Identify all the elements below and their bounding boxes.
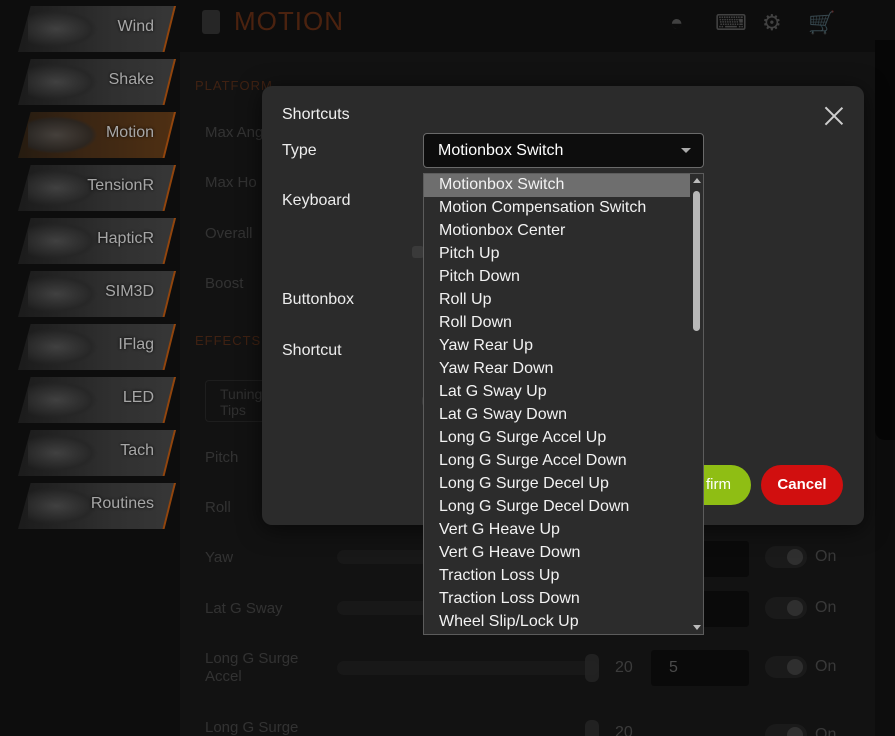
dropdown-option[interactable]: Lat G Sway Up xyxy=(424,381,690,404)
app-window: Wind Shake Motion TensionR HapticR SIM3D xyxy=(0,0,895,736)
dropdown-option[interactable]: Motion Compensation Switch xyxy=(424,197,690,220)
dropdown-option[interactable]: Long G Surge Decel Up xyxy=(424,473,690,496)
dropdown-option[interactable]: Pitch Down xyxy=(424,266,690,289)
type-select[interactable]: Motionbox Switch xyxy=(423,133,704,168)
scroll-down-icon[interactable] xyxy=(693,625,701,630)
dropdown-option[interactable]: Vert G Heave Up xyxy=(424,519,690,542)
dropdown-option[interactable]: Long G Surge Accel Down xyxy=(424,450,690,473)
close-icon[interactable] xyxy=(824,106,844,126)
dropdown-option[interactable]: Roll Up xyxy=(424,289,690,312)
type-label: Type xyxy=(282,142,317,159)
shortcut-label: Shortcut xyxy=(282,342,342,359)
scroll-up-icon[interactable] xyxy=(693,178,701,183)
dropdown-option[interactable]: Yaw Rear Up xyxy=(424,335,690,358)
dropdown-option[interactable]: Traction Loss Up xyxy=(424,565,690,588)
dialog-title: Shortcuts xyxy=(282,106,350,123)
dropdown-option[interactable]: Pitch Up xyxy=(424,243,690,266)
type-select-value: Motionbox Switch xyxy=(438,142,564,159)
dropdown-option[interactable]: Lat G Sway Down xyxy=(424,404,690,427)
keyboard-label: Keyboard xyxy=(282,192,351,209)
dropdown-option[interactable]: Traction Loss Down xyxy=(424,588,690,611)
chevron-down-icon xyxy=(681,148,691,153)
cancel-button[interactable]: Cancel xyxy=(761,465,843,505)
type-dropdown-list[interactable]: Motionbox Switch Motion Compensation Swi… xyxy=(423,173,704,635)
buttonbox-label: Buttonbox xyxy=(282,291,355,308)
dropdown-option[interactable]: Wheel Slip/Lock Up xyxy=(424,611,690,634)
dropdown-option[interactable]: Vert G Heave Down xyxy=(424,542,690,565)
dropdown-option[interactable]: Long G Surge Decel Down xyxy=(424,496,690,519)
dropdown-option[interactable]: Long G Surge Accel Up xyxy=(424,427,690,450)
dropdown-scrollbar[interactable] xyxy=(690,174,703,634)
dropdown-option[interactable]: Motionbox Center xyxy=(424,220,690,243)
dropdown-option[interactable]: Motionbox Switch xyxy=(424,174,690,197)
dropdown-option[interactable]: Roll Down xyxy=(424,312,690,335)
dropdown-option[interactable]: Yaw Rear Down xyxy=(424,358,690,381)
scrollbar-thumb[interactable] xyxy=(693,191,700,331)
